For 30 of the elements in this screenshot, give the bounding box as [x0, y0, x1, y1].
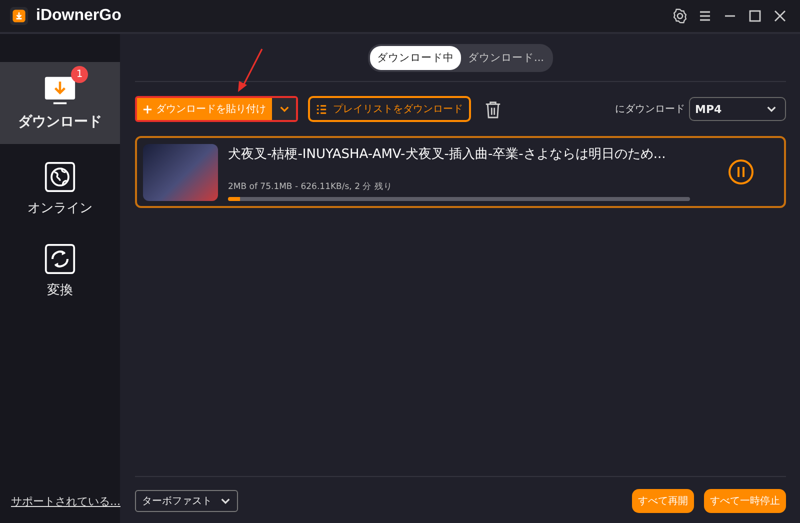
progress-text: 2MB of 75.1MB - 626.11KB/s, 2 分 残り [228, 181, 394, 193]
format-label: にダウンロード [615, 103, 685, 116]
sidebar-item[interactable]: 変換 [0, 234, 120, 308]
list-icon [316, 104, 327, 114]
close-icon[interactable] [772, 8, 788, 24]
notification-badge: 1 [71, 66, 88, 83]
globe-icon [44, 161, 76, 193]
tab[interactable]: ダウンロード... [460, 46, 551, 70]
window-title: iDownerGo [36, 7, 122, 25]
supported-sites-link[interactable]: サポートされている... [0, 494, 120, 509]
caret-icon [766, 105, 777, 113]
video-title: 犬夜叉-桔梗-INUYASHA-AMV-犬夜叉-插入曲-卒業-さよならは明日のため... [228, 146, 667, 163]
download-playlist-button[interactable]: プレイリストをダウンロード [308, 96, 471, 122]
dropdown-button[interactable] [272, 98, 296, 120]
caret-icon [278, 105, 290, 113]
pause-icon[interactable] [728, 159, 754, 185]
tab[interactable]: ダウンロード中 [370, 46, 461, 70]
sidebar-item[interactable]: オンライン [0, 152, 120, 226]
trash-icon[interactable] [485, 100, 501, 118]
plus-icon [143, 104, 152, 114]
settings-icon[interactable] [672, 8, 688, 24]
annotation-arrow [235, 48, 265, 93]
caret-icon [220, 497, 231, 505]
maximize-icon[interactable] [747, 8, 763, 24]
refresh-icon [44, 243, 76, 275]
sidebar-item[interactable]: 1 ダウンロード [0, 62, 120, 144]
app-logo-icon [10, 7, 28, 25]
speed-dropdown[interactable]: ターボファスト [135, 490, 238, 512]
format-dropdown[interactable]: MP4 [689, 97, 786, 121]
monitor-download-icon [44, 75, 76, 107]
